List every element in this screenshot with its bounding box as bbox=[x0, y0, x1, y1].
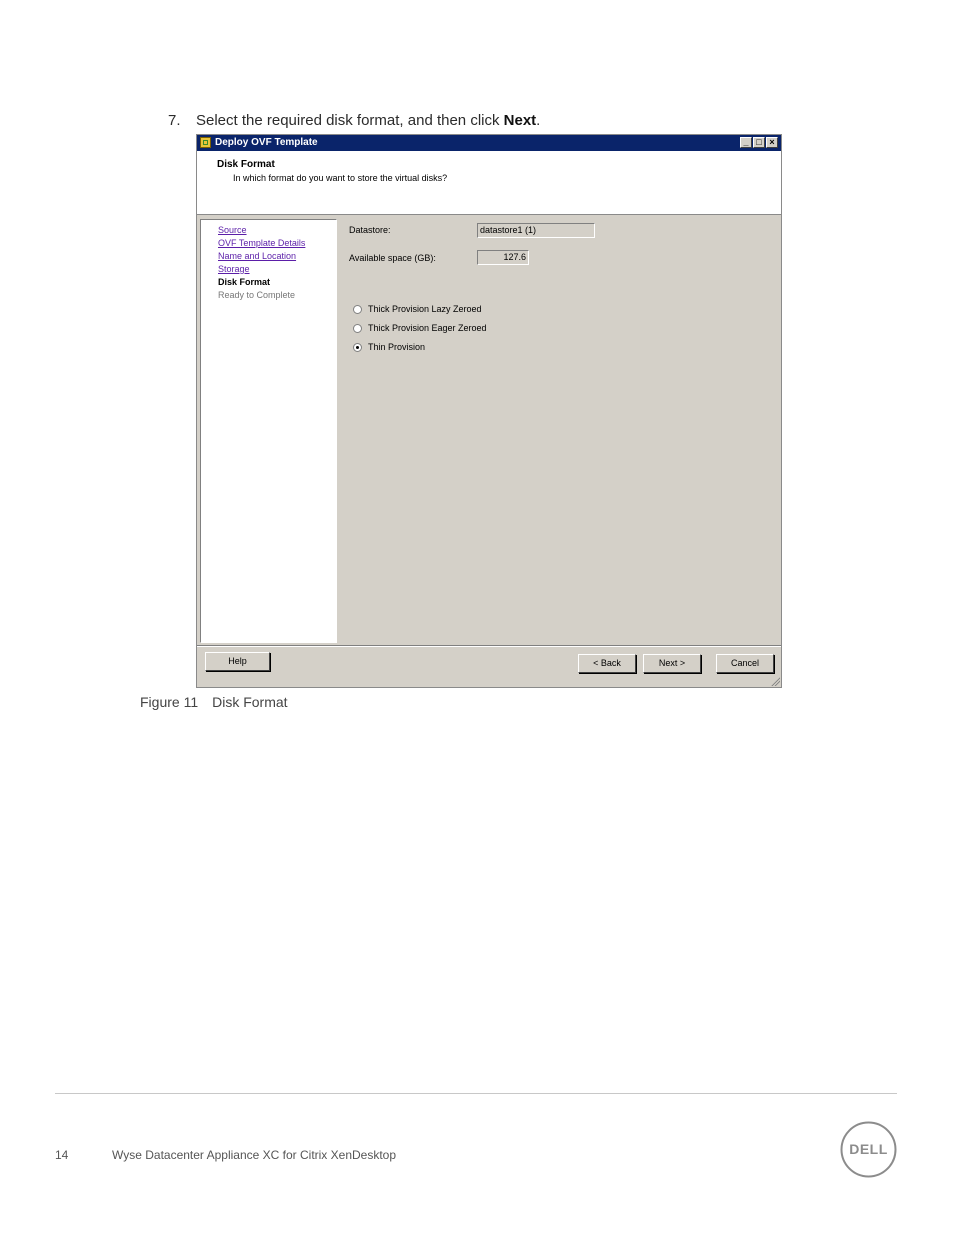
figure-title: Disk Format bbox=[212, 694, 288, 710]
figure-number: Figure 11 bbox=[140, 694, 199, 710]
header-subtitle: In which format do you want to store the… bbox=[233, 173, 448, 183]
maximize-button[interactable]: □ bbox=[753, 137, 765, 148]
back-button[interactable]: < Back bbox=[578, 654, 636, 673]
nav-step-ready-to-complete: Ready to Complete bbox=[218, 290, 296, 300]
radio-thick-eager-zeroed[interactable]: Thick Provision Eager Zeroed bbox=[353, 323, 487, 333]
radio-thin-provision[interactable]: Thin Provision bbox=[353, 342, 425, 352]
deploy-ovf-dialog: Deploy OVF Template _ □ × Disk Format In… bbox=[196, 134, 782, 688]
dialog-header: Disk Format In which format do you want … bbox=[197, 151, 781, 215]
wizard-steps-nav: Source OVF Template Details Name and Loc… bbox=[200, 219, 337, 643]
datastore-label: Datastore: bbox=[349, 225, 391, 235]
radio-label: Thick Provision Lazy Zeroed bbox=[368, 304, 482, 314]
radio-circle[interactable] bbox=[353, 304, 362, 314]
available-space-label: Available space (GB): bbox=[349, 253, 436, 263]
document-title: Wyse Datacenter Appliance XC for Citrix … bbox=[112, 1148, 397, 1162]
page-number: 14 bbox=[55, 1148, 69, 1162]
window-controls: _ □ × bbox=[740, 137, 778, 148]
step-text: Select the required disk format, and the… bbox=[196, 112, 504, 129]
dialog-title: Deploy OVF Template bbox=[215, 137, 318, 148]
help-button[interactable]: Help bbox=[205, 652, 270, 671]
step-number: 7. bbox=[168, 112, 181, 129]
nav-step-storage[interactable]: Storage bbox=[218, 263, 336, 276]
radio-label: Thin Provision bbox=[368, 342, 426, 352]
cancel-button[interactable]: Cancel bbox=[716, 654, 774, 673]
nav-step-ovf-template-details[interactable]: OVF Template Details bbox=[218, 237, 336, 250]
step-instruction: 7. Select the required disk format, and t… bbox=[168, 112, 540, 129]
next-button[interactable]: Next > bbox=[643, 654, 701, 673]
radio-circle-checked[interactable] bbox=[353, 342, 362, 352]
radio-label: Thick Provision Eager Zeroed bbox=[368, 323, 487, 333]
resize-grip-icon[interactable] bbox=[770, 676, 780, 686]
nav-step-name-and-location[interactable]: Name and Location bbox=[218, 250, 336, 263]
step-bold-next: Next bbox=[503, 112, 537, 129]
figure-caption: Figure 11 Disk Format bbox=[140, 694, 288, 710]
app-icon bbox=[200, 137, 211, 148]
nav-step-source[interactable]: Source bbox=[218, 224, 336, 237]
available-space-field: 127.6 bbox=[477, 250, 529, 265]
dialog-titlebar[interactable]: Deploy OVF Template _ □ × bbox=[197, 135, 781, 151]
logo-text: DELL bbox=[849, 1141, 888, 1157]
footer-separator bbox=[197, 645, 781, 647]
step-period: . bbox=[536, 112, 541, 129]
radio-circle[interactable] bbox=[353, 323, 362, 333]
minimize-button[interactable]: _ bbox=[740, 137, 752, 148]
footer-rule bbox=[55, 1093, 897, 1094]
close-button[interactable]: × bbox=[766, 137, 778, 148]
nav-step-disk-format: Disk Format bbox=[218, 277, 271, 287]
datastore-field: datastore1 (1) bbox=[477, 223, 595, 238]
dell-logo-icon: DELL bbox=[840, 1121, 897, 1178]
header-title: Disk Format bbox=[217, 159, 275, 170]
radio-thick-lazy-zeroed[interactable]: Thick Provision Lazy Zeroed bbox=[353, 304, 482, 314]
